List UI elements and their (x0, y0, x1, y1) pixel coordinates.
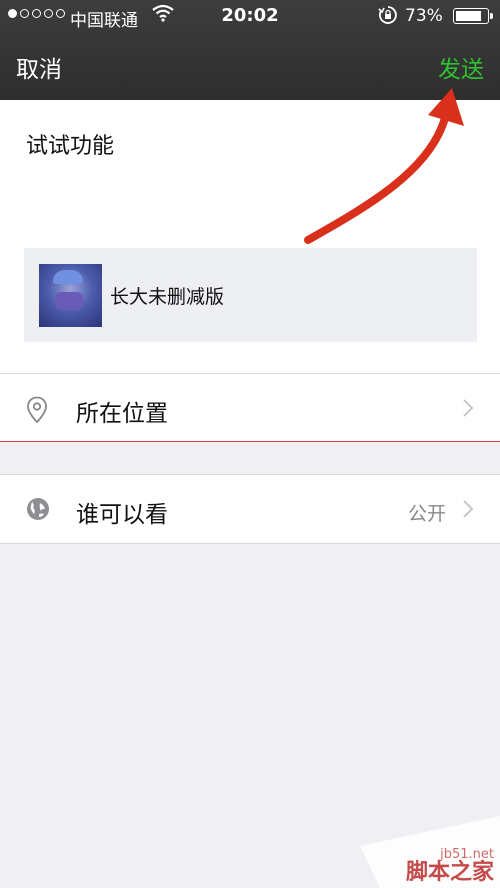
divider (0, 441, 500, 442)
battery-icon (453, 8, 493, 24)
chevron-right-icon (462, 499, 474, 523)
shared-item-title: 长大未删减版 (110, 286, 225, 308)
globe-icon (26, 497, 50, 525)
location-label: 所在位置 (76, 401, 168, 427)
location-pin-icon (26, 396, 48, 428)
rotation-lock-icon (378, 5, 398, 30)
visibility-value: 公开 (407, 503, 446, 525)
video-thumbnail (39, 264, 102, 327)
watermark: jb51.net 脚本之家 (360, 816, 500, 888)
visibility-row[interactable]: 谁可以看 公开 (0, 474, 500, 544)
cancel-button[interactable]: 取消 (16, 50, 62, 84)
post-text-input[interactable]: 试试功能 (26, 128, 114, 160)
chevron-right-icon (462, 398, 474, 422)
status-bar: 中国联通 20:02 73% (0, 0, 500, 34)
battery-percent: 73% (405, 6, 443, 26)
send-button[interactable]: 发送 (438, 50, 484, 84)
visibility-label: 谁可以看 (76, 502, 168, 528)
top-bar: 中国联通 20:02 73% 取消 发送 (0, 0, 500, 100)
shared-link-card[interactable]: 长大未删减版 (24, 248, 477, 342)
location-row[interactable]: 所在位置 (0, 373, 500, 442)
compose-area[interactable]: 试试功能 长大未删减版 (0, 100, 500, 373)
watermark-name: 脚本之家 (405, 860, 494, 885)
